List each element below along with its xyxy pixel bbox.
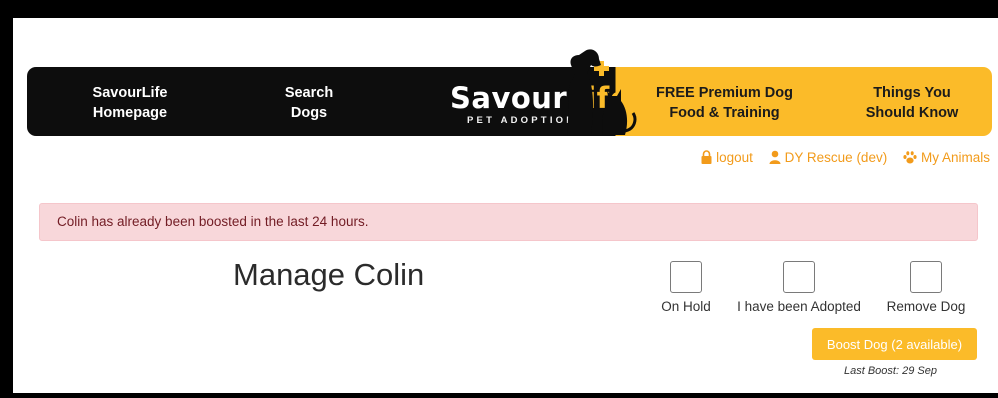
- nav-free-line1: FREE Premium Dog: [656, 85, 793, 101]
- user-links: logout DY Rescue (dev) My Animals: [689, 150, 990, 165]
- rescue-label: DY Rescue (dev): [784, 150, 888, 165]
- adopted-checkbox[interactable]: [783, 261, 815, 293]
- on-hold-label: On Hold: [661, 299, 711, 314]
- logo-word-savour: Savour: [450, 81, 568, 115]
- remove-dog-option: Remove Dog: [884, 261, 968, 314]
- logout-link[interactable]: logout: [701, 150, 753, 165]
- on-hold-option: On Hold: [658, 261, 714, 314]
- lock-icon: [701, 150, 712, 164]
- nav-free-food-training-link[interactable]: FREE Premium Dog Food & Training: [647, 83, 802, 123]
- my-animals-link[interactable]: My Animals: [903, 150, 990, 165]
- remove-dog-checkbox[interactable]: [910, 261, 942, 293]
- logout-label: logout: [716, 150, 753, 165]
- savourlife-logo[interactable]: SavourLife PET ADOPTIONS: [437, 43, 653, 136]
- page-title: Manage Colin: [233, 257, 425, 292]
- nav-homepage-line1: SavourLife: [92, 85, 168, 101]
- on-hold-checkbox[interactable]: [670, 261, 702, 293]
- nav-search-dogs-link[interactable]: Search Dogs: [264, 83, 354, 123]
- nav-homepage-link[interactable]: SavourLife Homepage: [75, 83, 185, 123]
- user-icon: [769, 150, 781, 164]
- last-boost-text: Last Boost: 29 Sep: [844, 365, 937, 377]
- main-nav: SavourLife Homepage Search Dogs SavourLi…: [27, 49, 992, 136]
- nav-free-line2: Food & Training: [669, 105, 780, 121]
- my-animals-label: My Animals: [920, 150, 990, 165]
- nav-things-line1: Things You: [873, 85, 951, 101]
- nav-homepage-line2: Homepage: [92, 105, 168, 121]
- alert-message: Colin has already been boosted in the la…: [57, 214, 369, 229]
- boost-alert: Colin has already been boosted in the la…: [39, 203, 978, 241]
- remove-dog-label: Remove Dog: [886, 299, 966, 314]
- rescue-account-link[interactable]: DY Rescue (dev): [769, 150, 888, 165]
- paw-icon: [903, 151, 917, 164]
- nav-things-to-know-link[interactable]: Things You Should Know: [852, 83, 972, 123]
- adopted-label: I have been Adopted: [737, 299, 861, 314]
- nav-search-line2: Dogs: [290, 105, 328, 121]
- adopted-option: I have been Adopted: [733, 261, 865, 314]
- boost-dog-button[interactable]: Boost Dog (2 available): [812, 328, 977, 360]
- dog-cat-silhouette-icon: [567, 49, 637, 135]
- page: SavourLife Homepage Search Dogs SavourLi…: [13, 18, 998, 393]
- nav-search-line1: Search: [284, 85, 334, 101]
- nav-things-line2: Should Know: [865, 105, 959, 121]
